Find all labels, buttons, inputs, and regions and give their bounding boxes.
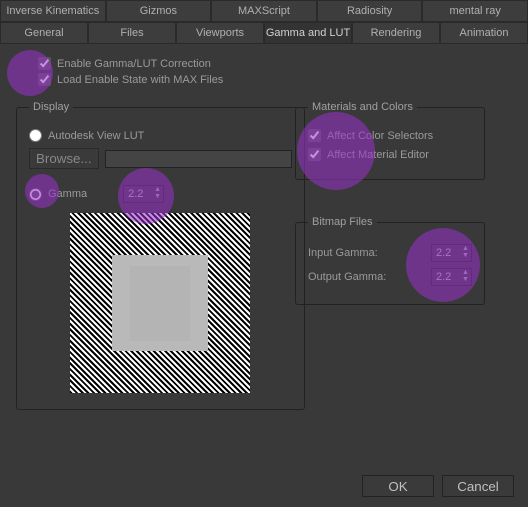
tab-mental-ray[interactable]: mental ray (422, 0, 528, 21)
gamma-preview-center (130, 266, 190, 341)
browse-button: Browse... (29, 148, 99, 169)
affect-color-selectors-checkbox[interactable] (308, 129, 321, 142)
tab-gamma-and-lut[interactable]: Gamma and LUT (264, 22, 352, 43)
display-group: Display Autodesk View LUT Browse... Gamm… (16, 101, 305, 410)
display-legend: Display (29, 101, 73, 113)
cancel-button[interactable]: Cancel (442, 475, 514, 497)
materials-group: Materials and Colors Affect Color Select… (295, 101, 485, 180)
output-gamma-spinner[interactable]: ▲▼ (431, 268, 472, 286)
spinner-arrows-icon[interactable]: ▲▼ (460, 245, 471, 261)
load-enable-state-label: Load Enable State with MAX Files (57, 74, 223, 86)
tab-row-1: Inverse Kinematics Gizmos MAXScript Radi… (0, 0, 528, 22)
tab-animation[interactable]: Animation (440, 22, 528, 43)
enable-gamma-checkbox[interactable] (38, 57, 51, 70)
tab-viewports[interactable]: Viewports (176, 22, 264, 43)
enable-gamma-label: Enable Gamma/LUT Correction (57, 58, 211, 70)
tab-content: Enable Gamma/LUT Correction Load Enable … (0, 44, 528, 420)
lut-path-input[interactable] (105, 150, 292, 168)
tab-inverse-kinematics[interactable]: Inverse Kinematics (0, 0, 106, 21)
gamma-preview (70, 213, 250, 393)
gamma-spinner[interactable]: ▲▼ (123, 185, 164, 203)
tab-files[interactable]: Files (88, 22, 176, 43)
spinner-arrows-icon[interactable]: ▲▼ (460, 269, 471, 285)
affect-material-editor-label: Affect Material Editor (327, 149, 429, 161)
tab-radiosity[interactable]: Radiosity (317, 0, 423, 21)
bitmap-group: Bitmap Files Input Gamma: ▲▼ Output Gamm… (295, 216, 485, 305)
autodesk-view-lut-label: Autodesk View LUT (48, 130, 144, 142)
input-gamma-label: Input Gamma: (308, 247, 378, 259)
tab-row-2: General Files Viewports Gamma and LUT Re… (0, 22, 528, 44)
bitmap-legend: Bitmap Files (308, 216, 377, 228)
gamma-value-input[interactable] (124, 188, 152, 200)
tab-rendering[interactable]: Rendering (352, 22, 440, 43)
input-gamma-value[interactable] (432, 247, 460, 259)
tab-maxscript[interactable]: MAXScript (211, 0, 317, 21)
affect-color-selectors-label: Affect Color Selectors (327, 130, 433, 142)
output-gamma-value[interactable] (432, 271, 460, 283)
input-gamma-spinner[interactable]: ▲▼ (431, 244, 472, 262)
spinner-arrows-icon[interactable]: ▲▼ (152, 186, 163, 202)
materials-legend: Materials and Colors (308, 101, 417, 113)
output-gamma-label: Output Gamma: (308, 271, 386, 283)
gamma-preview-mid (112, 255, 208, 351)
autodesk-view-lut-radio[interactable] (29, 129, 42, 142)
dialog-footer: OK Cancel (362, 475, 514, 497)
tab-gizmos[interactable]: Gizmos (106, 0, 212, 21)
gamma-radio[interactable] (29, 188, 42, 201)
affect-material-editor-checkbox[interactable] (308, 148, 321, 161)
gamma-radio-label: Gamma (48, 188, 87, 200)
tab-general[interactable]: General (0, 22, 88, 43)
ok-button[interactable]: OK (362, 475, 434, 497)
load-enable-state-checkbox[interactable] (38, 73, 51, 86)
